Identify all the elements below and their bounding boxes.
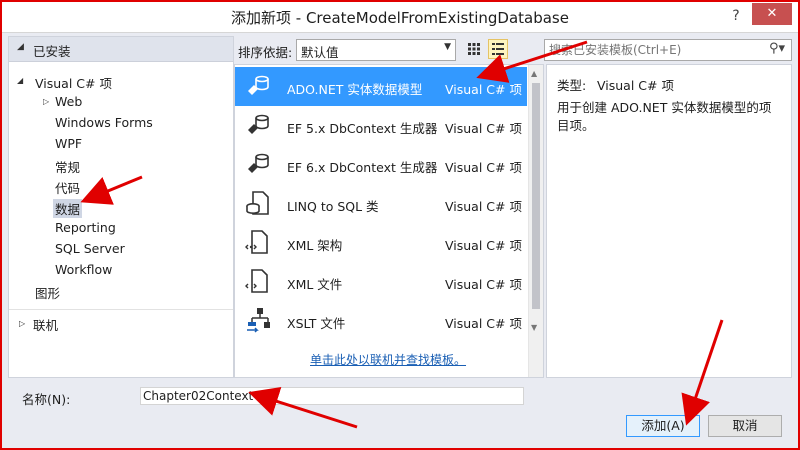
- search-box[interactable]: ⚲▾: [544, 39, 792, 61]
- template-item-ef6-dbcontext[interactable]: EF 6.x DbContext 生成器 Visual C# 项: [235, 145, 527, 184]
- add-new-item-dialog: 添加新项 - CreateModelFromExistingDatabase ?…: [0, 0, 800, 450]
- tree-item-graphics[interactable]: 图形: [35, 283, 60, 302]
- template-name: LINQ to SQL 类: [287, 199, 379, 214]
- installed-label: 已安装: [33, 44, 71, 59]
- template-type: Visual C# 项: [445, 238, 522, 253]
- name-label: 名称(N):: [22, 392, 71, 407]
- name-input[interactable]: [140, 387, 524, 405]
- template-list: ADO.NET 实体数据模型 Visual C# 项 EF 5.x DbCont…: [234, 64, 544, 378]
- tree-item-code[interactable]: 代码: [55, 178, 80, 197]
- scroll-thumb[interactable]: [532, 83, 540, 309]
- window-title: 添加新项 - CreateModelFromExistingDatabase: [231, 9, 569, 27]
- template-type: Visual C# 项: [445, 316, 522, 331]
- close-button[interactable]: ✕: [752, 3, 792, 25]
- collapsed-arrow-icon: ▷: [43, 97, 50, 106]
- template-name: XML 架构: [287, 238, 343, 253]
- xslt-file-icon: [247, 308, 270, 333]
- grid-view-icon[interactable]: [464, 39, 484, 59]
- template-item-xml-file[interactable]: XML 文件 Visual C# 项: [235, 262, 527, 301]
- template-type: Visual C# 项: [445, 277, 522, 292]
- scroll-up-icon[interactable]: ▲: [531, 69, 537, 78]
- sort-dropdown[interactable]: 默认值 ▼: [296, 39, 456, 61]
- tree-item-wpf[interactable]: WPF: [55, 136, 82, 151]
- category-pane: ◢ 已安装 ◢ Visual C# 项 ▷ Web Windows Forms …: [8, 36, 234, 378]
- description-pane: 类型: Visual C# 项 用于创建 ADO.NET 实体数据模型的项目项。: [546, 64, 792, 378]
- template-item-xslt-file[interactable]: XSLT 文件 Visual C# 项: [235, 301, 527, 340]
- template-name: EF 5.x DbContext 生成器: [287, 121, 438, 136]
- template-type: Visual C# 项: [445, 199, 522, 214]
- tree-item-reporting[interactable]: Reporting: [55, 220, 116, 235]
- online-templates-link[interactable]: 单击此处以联机并查找模板。: [310, 351, 466, 368]
- sort-value: 默认值: [301, 45, 339, 60]
- template-type: Visual C# 项: [445, 82, 522, 97]
- scroll-down-icon[interactable]: ▼: [531, 323, 537, 332]
- tree-item-sql-server[interactable]: SQL Server: [55, 241, 125, 256]
- description-type-label: 类型:: [557, 78, 587, 93]
- expand-arrow-icon: ◢: [17, 76, 24, 85]
- tree-item-data[interactable]: 数据: [53, 199, 83, 218]
- entity-model-icon: [248, 75, 269, 95]
- template-name: XML 文件: [287, 277, 343, 292]
- description-type-value: Visual C# 项: [597, 78, 674, 93]
- description-text: 用于创建 ADO.NET 实体数据模型的项目项。: [557, 100, 772, 133]
- installed-header[interactable]: ◢ 已安装: [9, 37, 233, 62]
- template-name: XSLT 文件: [287, 316, 346, 331]
- title-bar: 添加新项 - CreateModelFromExistingDatabase ?…: [2, 2, 798, 33]
- collapsed-arrow-icon: ▷: [19, 319, 26, 328]
- template-type: Visual C# 项: [445, 160, 522, 175]
- template-list-scrollbar[interactable]: ▲ ▼: [528, 65, 543, 377]
- online-section[interactable]: ▷ 联机: [9, 309, 233, 336]
- sort-label: 排序依据:: [238, 45, 293, 60]
- template-name: ADO.NET 实体数据模型: [287, 82, 423, 97]
- xml-schema-icon: [245, 230, 268, 254]
- help-button[interactable]: ?: [726, 8, 746, 24]
- template-type: Visual C# 项: [445, 121, 522, 136]
- collapse-arrow-icon: ◢: [17, 42, 24, 52]
- cancel-button[interactable]: 取消: [708, 415, 782, 437]
- online-label: 联机: [33, 318, 59, 333]
- template-item-linq-to-sql[interactable]: LINQ to SQL 类 Visual C# 项: [235, 184, 527, 223]
- template-item-ef5-dbcontext[interactable]: EF 5.x DbContext 生成器 Visual C# 项: [235, 106, 527, 145]
- tree-item-windows-forms[interactable]: Windows Forms: [55, 115, 153, 130]
- dbcontext-generator-icon: [248, 153, 269, 173]
- template-item-ado-net-entity-model[interactable]: ADO.NET 实体数据模型 Visual C# 项: [235, 67, 527, 106]
- tree-item-general[interactable]: 常规: [55, 157, 80, 176]
- list-view-icon[interactable]: [488, 39, 508, 59]
- search-input[interactable]: [547, 41, 761, 59]
- template-item-xml-schema[interactable]: XML 架构 Visual C# 项: [235, 223, 527, 262]
- add-button[interactable]: 添加(A): [626, 415, 700, 437]
- xml-file-icon: [245, 269, 268, 293]
- chevron-down-icon: ▼: [444, 42, 451, 52]
- linq-to-sql-icon: [246, 191, 269, 215]
- template-name: EF 6.x DbContext 生成器: [287, 160, 438, 175]
- dbcontext-generator-icon: [248, 114, 269, 134]
- search-icon[interactable]: ⚲▾: [769, 41, 785, 56]
- tree-item-workflow[interactable]: Workflow: [55, 262, 112, 277]
